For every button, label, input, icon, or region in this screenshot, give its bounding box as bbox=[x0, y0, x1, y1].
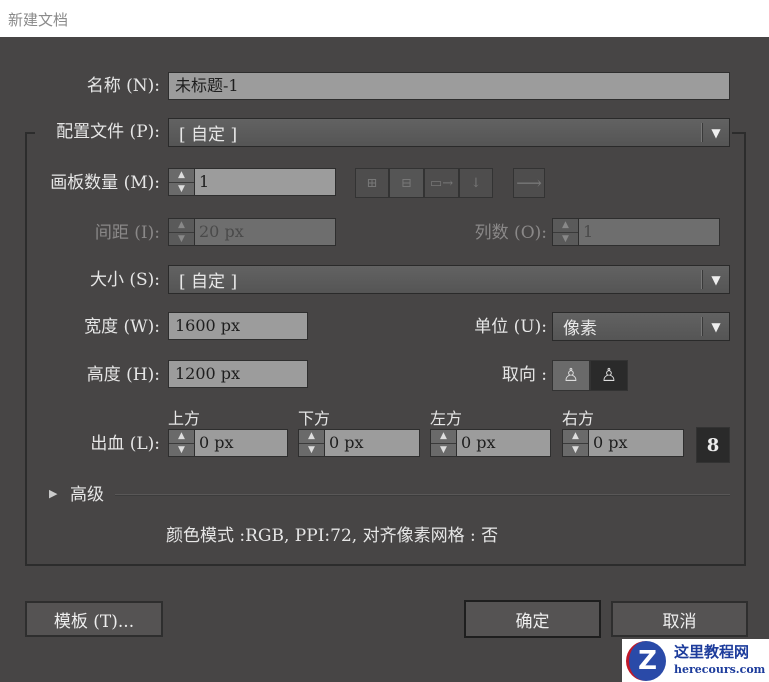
decrement-icon[interactable]: ▼ bbox=[169, 183, 194, 196]
group-border bbox=[744, 132, 746, 566]
height-label: 高度 (H): bbox=[86, 365, 160, 385]
chevron-down-icon: ▼ bbox=[711, 125, 721, 140]
chevron-down-icon: ▼ bbox=[711, 319, 721, 334]
bleed-right-label: 右方 bbox=[562, 409, 595, 428]
divider bbox=[115, 494, 730, 496]
arrow-right-icon[interactable]: ⟶ bbox=[513, 168, 545, 198]
link-bleed-icon[interactable]: 8 bbox=[696, 427, 730, 463]
increment-icon[interactable]: ▲ bbox=[169, 169, 194, 183]
bleed-bottom-label: 下方 bbox=[298, 409, 331, 428]
profile-value: [ 自定 ] bbox=[179, 125, 238, 145]
name-input[interactable]: 未标题-1 bbox=[168, 72, 730, 100]
units-dropdown[interactable]: 像素 ▼ bbox=[552, 312, 730, 341]
width-input[interactable]: 1600 px bbox=[168, 312, 308, 340]
profile-label: 配置文件 (P): bbox=[38, 122, 162, 142]
group-border bbox=[25, 132, 35, 134]
height-input[interactable]: 1200 px bbox=[168, 360, 308, 388]
spacing-stepper[interactable]: ▲ ▼ 20 px bbox=[168, 218, 336, 246]
columns-value[interactable]: 1 bbox=[579, 219, 719, 245]
advanced-toggle[interactable]: 高级 bbox=[70, 485, 104, 505]
artboards-label: 画板数量 (M): bbox=[50, 173, 160, 193]
watermark-z-icon: Z bbox=[626, 640, 666, 681]
grid-by-row-icon[interactable]: ⊞ bbox=[355, 168, 389, 198]
size-label: 大小 (S): bbox=[89, 270, 160, 290]
bleed-right-value[interactable]: 0 px bbox=[589, 430, 683, 456]
units-label: 单位 (U): bbox=[474, 317, 547, 337]
group-border bbox=[25, 132, 27, 566]
arrange-by-column-icon[interactable]: ↓ bbox=[459, 168, 493, 198]
portrait-orientation-icon[interactable]: ♙ bbox=[552, 360, 590, 391]
spacing-value[interactable]: 20 px bbox=[195, 219, 335, 245]
bleed-left-label: 左方 bbox=[430, 409, 463, 428]
bleed-top-stepper[interactable]: ▲ ▼ 0 px bbox=[168, 429, 288, 457]
watermark-title: 这里教程网 bbox=[674, 642, 750, 661]
bleed-left-value[interactable]: 0 px bbox=[457, 430, 550, 456]
ok-button[interactable]: 确定 bbox=[464, 600, 601, 638]
spacing-label: 间距 (I): bbox=[94, 223, 160, 243]
units-value: 像素 bbox=[563, 319, 597, 339]
grid-by-column-icon[interactable]: ⊟ bbox=[389, 168, 424, 198]
chevron-down-icon: ▼ bbox=[711, 272, 721, 287]
watermark-logo: Z 这里教程网 herecours.com bbox=[622, 639, 769, 682]
bleed-label: 出血 (L): bbox=[90, 434, 160, 454]
artboards-stepper[interactable]: ▲ ▼ 1 bbox=[168, 168, 336, 196]
expand-triangle-icon[interactable]: ▶ bbox=[49, 487, 57, 500]
cancel-button[interactable]: 取消 bbox=[611, 601, 748, 637]
group-border bbox=[25, 564, 746, 566]
landscape-orientation-icon[interactable]: ♙ bbox=[590, 360, 628, 391]
columns-label: 列数 (O): bbox=[474, 223, 547, 243]
dialog-title: 新建文档 bbox=[8, 11, 69, 29]
bleed-bottom-value[interactable]: 0 px bbox=[325, 430, 419, 456]
size-value: [ 自定 ] bbox=[179, 272, 238, 292]
bleed-left-stepper[interactable]: ▲ ▼ 0 px bbox=[430, 429, 551, 457]
artboards-value[interactable]: 1 bbox=[195, 169, 335, 195]
watermark-url: herecours.com bbox=[674, 662, 766, 676]
columns-stepper[interactable]: ▲ ▼ 1 bbox=[552, 218, 720, 246]
profile-dropdown[interactable]: [ 自定 ] ▼ bbox=[168, 118, 730, 147]
bleed-right-stepper[interactable]: ▲ ▼ 0 px bbox=[562, 429, 684, 457]
bleed-bottom-stepper[interactable]: ▲ ▼ 0 px bbox=[298, 429, 420, 457]
size-dropdown[interactable]: [ 自定 ] ▼ bbox=[168, 265, 730, 294]
arrange-by-row-icon[interactable]: ▭→ bbox=[424, 168, 459, 198]
templates-button[interactable]: 模板 (T)... bbox=[25, 601, 163, 637]
bleed-top-value[interactable]: 0 px bbox=[195, 430, 287, 456]
orientation-label: 取向 : bbox=[501, 365, 547, 385]
dialog-title-bar: 新建文档 bbox=[0, 0, 769, 37]
name-label: 名称 (N): bbox=[86, 76, 160, 96]
document-info: 颜色模式 :RGB, PPI:72, 对齐像素网格 : 否 bbox=[166, 526, 499, 546]
bleed-top-label: 上方 bbox=[168, 409, 201, 428]
width-label: 宽度 (W): bbox=[84, 317, 160, 337]
